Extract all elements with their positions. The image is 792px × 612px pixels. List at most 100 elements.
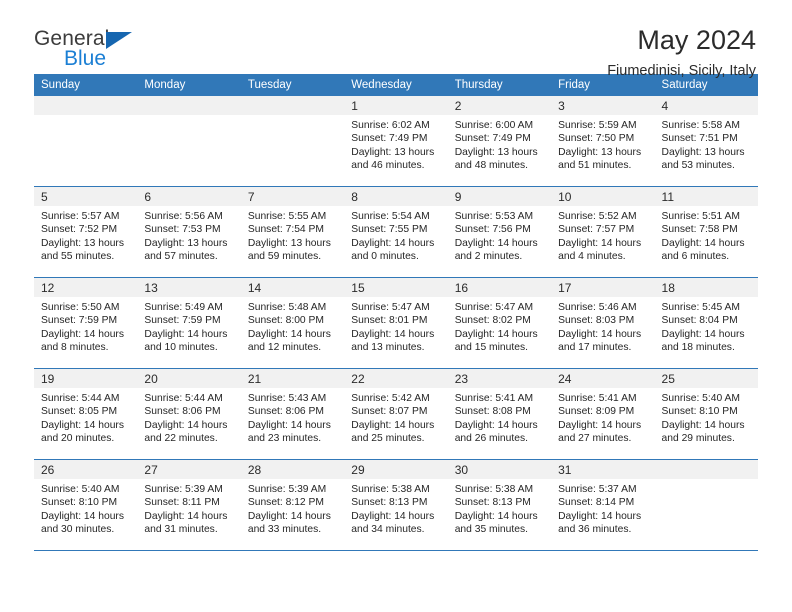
day-cell[interactable]: 20 Sunrise: 5:44 AM Sunset: 8:06 PM Dayligh… (137, 368, 241, 460)
day-cell-inner: 29 Sunrise: 5:38 AM Sunset: 8:13 PM Dayligh… (344, 460, 448, 550)
day-number: 14 (240, 278, 345, 297)
day-number: 17 (551, 278, 655, 297)
sunrise-text: Sunrise: 5:49 AM (144, 302, 223, 313)
daylight-text-line1: Daylight: 14 hours (558, 237, 642, 249)
daylight-text-line1: Daylight: 14 hours (661, 419, 745, 431)
day-cell[interactable]: 21 Sunrise: 5:43 AM Sunset: 8:06 PM Dayligh… (240, 368, 345, 460)
sunset-text: Sunset: 7:56 PM (454, 224, 531, 236)
day-cell[interactable]: 15 Sunrise: 5:47 AM Sunset: 8:01 PM Dayligh… (344, 277, 448, 369)
day-cell[interactable]: 25 Sunrise: 5:40 AM Sunset: 8:10 PM Dayligh… (654, 368, 758, 460)
day-cell[interactable]: 10 Sunrise: 5:52 AM Sunset: 7:57 PM Dayligh… (551, 186, 655, 278)
day-cell-inner: 28 Sunrise: 5:39 AM Sunset: 8:12 PM Dayligh… (240, 460, 345, 550)
day-cell[interactable]: 11 Sunrise: 5:51 AM Sunset: 7:58 PM Dayligh… (654, 186, 758, 278)
daylight-text-line2: and 29 minutes. (661, 433, 735, 445)
day-cell[interactable]: 7 Sunrise: 5:55 AM Sunset: 7:54 PM Daylight… (240, 186, 345, 278)
day-number: 3 (551, 96, 655, 115)
daylight-text-line2: and 57 minutes. (144, 251, 218, 263)
day-number: 31 (551, 460, 655, 479)
day-number: 19 (34, 369, 138, 388)
day-cell[interactable]: 19 Sunrise: 5:44 AM Sunset: 8:05 PM Dayligh… (34, 368, 138, 460)
daylight-text-line1: Daylight: 14 hours (558, 510, 642, 522)
day-cell[interactable]: 26 Sunrise: 5:40 AM Sunset: 8:10 PM Dayligh… (34, 459, 138, 551)
day-cell-inner: 1 Sunrise: 6:02 AM Sunset: 7:49 PM Daylight… (344, 96, 448, 186)
day-cell[interactable]: 1 Sunrise: 6:02 AM Sunset: 7:49 PM Daylight… (344, 96, 448, 187)
sunrise-text: Sunrise: 5:58 AM (661, 120, 740, 131)
daylight-text-line2: and 59 minutes. (247, 251, 322, 263)
sunrise-text: Sunrise: 5:56 AM (144, 211, 223, 222)
sunset-text: Sunset: 8:04 PM (661, 315, 738, 327)
day-cell-inner: 9 Sunrise: 5:53 AM Sunset: 7:56 PM Daylight… (447, 187, 552, 277)
day-cell[interactable]: 23 Sunrise: 5:41 AM Sunset: 8:08 PM Dayligh… (447, 368, 552, 460)
day-cell-inner: 11 Sunrise: 5:51 AM Sunset: 7:58 PM Dayligh… (654, 187, 758, 277)
day-number: 22 (344, 369, 448, 388)
day-cell[interactable]: 31 Sunrise: 5:37 AM Sunset: 8:14 PM Dayligh… (551, 459, 655, 551)
daylight-text-line2: and 25 minutes. (351, 433, 425, 445)
day-cell[interactable]: 24 Sunrise: 5:41 AM Sunset: 8:09 PM Dayligh… (551, 368, 655, 460)
daylight-text-line2: and 33 minutes. (247, 524, 322, 536)
day-cell[interactable]: 30 Sunrise: 5:38 AM Sunset: 8:13 PM Dayligh… (447, 459, 552, 551)
daylight-text-line2: and 23 minutes. (247, 433, 322, 445)
day-cell[interactable]: 9 Sunrise: 5:53 AM Sunset: 7:56 PM Daylight… (447, 186, 552, 278)
day-cell[interactable]: 14 Sunrise: 5:48 AM Sunset: 8:00 PM Dayligh… (240, 277, 345, 369)
day-details: Sunrise: 5:54 AM Sunset: 7:55 PM Daylight:… (344, 206, 447, 264)
day-number: 21 (240, 369, 345, 388)
daylight-text-line1: Daylight: 14 hours (454, 419, 538, 431)
day-details: Sunrise: 5:57 AM Sunset: 7:52 PM Daylight:… (34, 206, 137, 264)
page-header: General Blue May 2024 Fiumedinisi, Sicil… (34, 0, 758, 80)
day-cell[interactable]: 28 Sunrise: 5:39 AM Sunset: 8:12 PM Dayligh… (240, 459, 345, 551)
day-cell[interactable]: 16 Sunrise: 5:47 AM Sunset: 8:02 PM Dayligh… (447, 277, 552, 369)
day-number: 12 (34, 278, 138, 297)
weekday-header-tuesday: Tuesday (240, 74, 345, 96)
day-cell[interactable]: 2 Sunrise: 6:00 AM Sunset: 7:49 PM Daylight… (447, 96, 552, 187)
daylight-text-line2: and 6 minutes. (661, 251, 730, 263)
day-cell[interactable]: 27 Sunrise: 5:39 AM Sunset: 8:11 PM Dayligh… (137, 459, 241, 551)
daylight-text-line1: Daylight: 13 hours (351, 146, 435, 158)
sunset-text: Sunset: 8:00 PM (247, 315, 324, 327)
week-row: 5 Sunrise: 5:57 AM Sunset: 7:52 PM Daylight… (34, 186, 758, 278)
day-number: 4 (654, 96, 758, 115)
week-row: 19 Sunrise: 5:44 AM Sunset: 8:05 PM Dayligh… (34, 368, 758, 460)
location-subtitle: Fiumedinisi, Sicily, Italy (607, 63, 756, 80)
day-details: Sunrise: 5:55 AM Sunset: 7:54 PM Daylight:… (241, 206, 344, 264)
sunset-text: Sunset: 8:06 PM (247, 406, 324, 418)
week-row: 12 Sunrise: 5:50 AM Sunset: 7:59 PM Dayligh… (34, 277, 758, 369)
day-cell[interactable]: 22 Sunrise: 5:42 AM Sunset: 8:07 PM Dayligh… (344, 368, 448, 460)
day-cell[interactable]: 6 Sunrise: 5:56 AM Sunset: 7:53 PM Daylight… (137, 186, 241, 278)
sunset-text: Sunset: 7:57 PM (558, 224, 635, 236)
day-cell[interactable]: 17 Sunrise: 5:46 AM Sunset: 8:03 PM Dayligh… (551, 277, 655, 369)
sunset-text: Sunset: 7:50 PM (558, 133, 635, 145)
sunset-text: Sunset: 8:11 PM (144, 497, 220, 509)
logo-text-blue: Blue (64, 47, 107, 70)
sunset-text: Sunset: 7:59 PM (41, 315, 118, 327)
day-details: Sunrise: 5:46 AM Sunset: 8:03 PM Daylight:… (551, 297, 654, 355)
day-number: 29 (344, 460, 448, 479)
day-cell-inner: 4 Sunrise: 5:58 AM Sunset: 7:51 PM Daylight… (654, 96, 758, 186)
calendar-page: General Blue May 2024 Fiumedinisi, Sicil… (0, 0, 792, 612)
sunset-text: Sunset: 7:55 PM (351, 224, 428, 236)
sunrise-text: Sunrise: 5:50 AM (41, 302, 120, 313)
sunset-text: Sunset: 8:01 PM (351, 315, 428, 327)
day-cell-inner: 21 Sunrise: 5:43 AM Sunset: 8:06 PM Dayligh… (240, 369, 345, 459)
day-cell-inner: 25 Sunrise: 5:40 AM Sunset: 8:10 PM Dayligh… (654, 369, 758, 459)
weekday-header-thursday: Thursday (447, 74, 552, 96)
sunrise-text: Sunrise: 5:38 AM (454, 484, 534, 495)
sunrise-text: Sunrise: 5:39 AM (144, 484, 223, 495)
triangle-icon (106, 32, 132, 49)
daylight-text-line2: and 0 minutes. (351, 251, 419, 263)
sunset-text: Sunset: 8:10 PM (661, 406, 738, 418)
day-cell[interactable]: 5 Sunrise: 5:57 AM Sunset: 7:52 PM Daylight… (34, 186, 138, 278)
day-number: 26 (34, 460, 138, 479)
general-blue-logo[interactable]: General Blue (34, 26, 154, 72)
daylight-text-line1: Daylight: 14 hours (454, 328, 538, 340)
day-cell[interactable]: 8 Sunrise: 5:54 AM Sunset: 7:55 PM Daylight… (344, 186, 448, 278)
day-cell[interactable]: 13 Sunrise: 5:49 AM Sunset: 7:59 PM Dayligh… (137, 277, 241, 369)
sunset-text: Sunset: 8:06 PM (144, 406, 221, 418)
day-cell[interactable]: 29 Sunrise: 5:38 AM Sunset: 8:13 PM Dayligh… (344, 459, 448, 551)
day-cell[interactable]: 18 Sunrise: 5:45 AM Sunset: 8:04 PM Dayligh… (654, 277, 758, 369)
day-cell[interactable]: 12 Sunrise: 5:50 AM Sunset: 7:59 PM Dayligh… (34, 277, 138, 369)
day-cell[interactable]: 4 Sunrise: 5:58 AM Sunset: 7:51 PM Daylight… (654, 96, 758, 187)
day-cell-inner: 18 Sunrise: 5:45 AM Sunset: 8:04 PM Dayligh… (654, 278, 758, 368)
day-cell[interactable]: 3 Sunrise: 5:59 AM Sunset: 7:50 PM Daylight… (551, 96, 655, 187)
day-details: Sunrise: 5:50 AM Sunset: 7:59 PM Daylight:… (34, 297, 137, 355)
sunrise-text: Sunrise: 5:57 AM (41, 211, 120, 222)
